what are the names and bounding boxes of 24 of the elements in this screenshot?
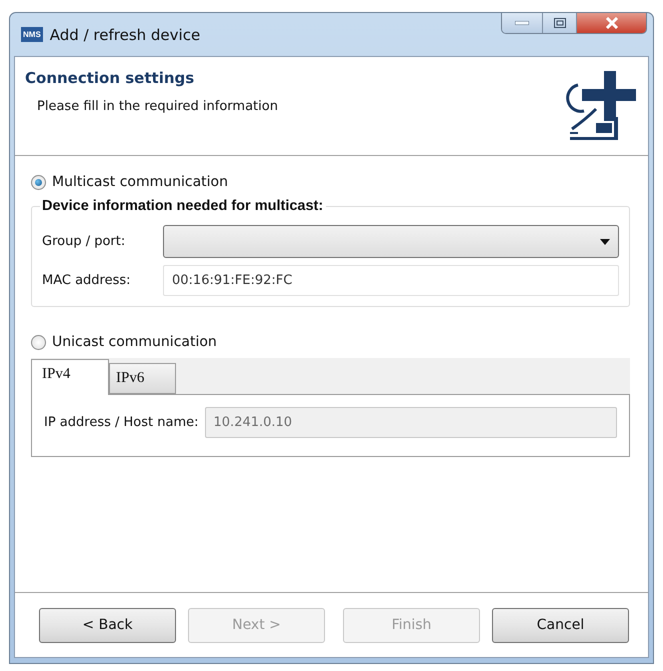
group-title: Device information needed for multicast: — [41, 198, 324, 214]
maximize-button[interactable] — [542, 13, 576, 33]
minimize-button[interactable] — [502, 13, 542, 33]
page-title: Connection settings — [25, 69, 196, 87]
close-icon — [604, 17, 618, 29]
tab[interactable]: IPv6 — [109, 363, 176, 394]
field-label: MAC address: — [42, 273, 132, 288]
wizard-button[interactable]: Cancel — [492, 608, 629, 642]
minimize-icon — [515, 21, 529, 25]
field-label: Group / port: — [42, 234, 126, 249]
maximize-icon — [554, 18, 566, 28]
add-device-icon — [566, 69, 638, 141]
tab[interactable]: IPv4 — [31, 359, 109, 395]
field-label: IP address / Host name: — [44, 415, 199, 430]
wizard-button[interactable]: < Back — [39, 608, 176, 642]
app-logo: NMS — [21, 27, 43, 42]
group-port-dropdown[interactable] — [163, 225, 619, 258]
unicast-radio[interactable]: Unicast communication — [31, 334, 630, 350]
multicast-radio[interactable]: Multicast communication — [31, 174, 630, 190]
dropdown-caret-icon — [600, 238, 610, 244]
window-title: Add / refresh device — [50, 26, 202, 44]
close-button[interactable] — [576, 13, 646, 33]
input-field[interactable]: 00:16:91:FE:92:FC — [163, 265, 619, 296]
page-subtitle: Please fill in the required information — [37, 99, 278, 114]
